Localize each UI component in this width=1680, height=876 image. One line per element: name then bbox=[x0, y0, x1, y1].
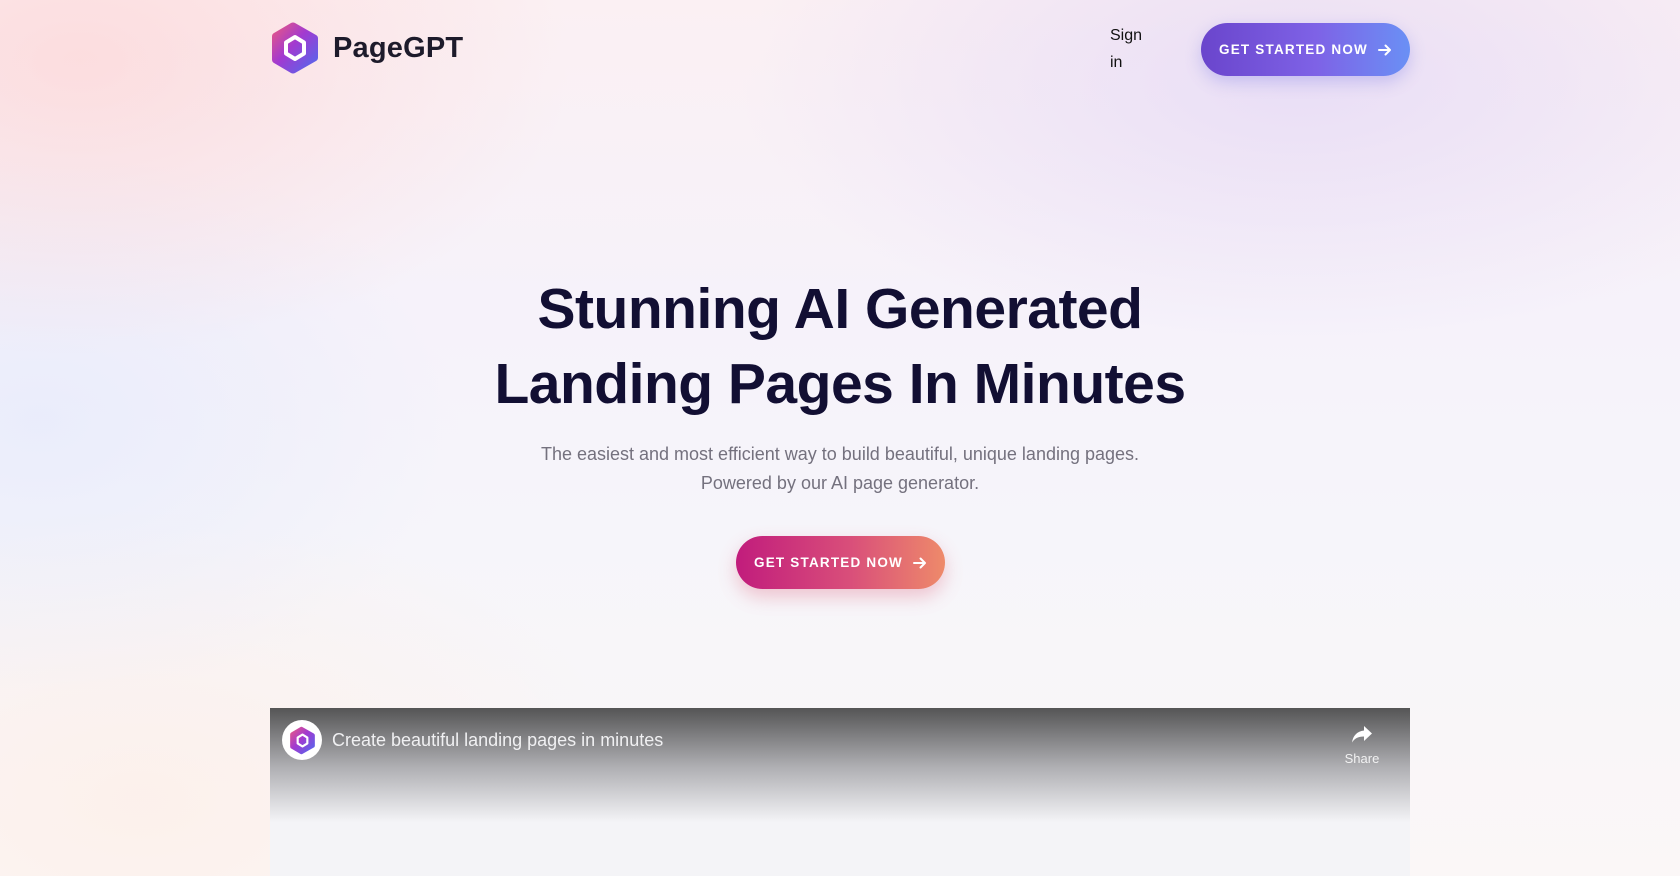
logo-link[interactable]: PageGPT bbox=[270, 20, 463, 76]
video-embed[interactable]: Create beautiful landing pages in minute… bbox=[270, 708, 1410, 876]
hero-title: Stunning AI Generated Landing Pages In M… bbox=[340, 272, 1340, 422]
share-button[interactable]: Share bbox=[1330, 722, 1394, 772]
hero-subtitle: The easiest and most efficient way to bu… bbox=[440, 440, 1240, 498]
hero-title-line-2: Landing Pages In Minutes bbox=[494, 352, 1186, 416]
channel-avatar[interactable] bbox=[282, 720, 322, 760]
get-started-header-button[interactable]: GET STARTED NOW bbox=[1201, 23, 1410, 76]
site-header: PageGPT Sign in GET STARTED NOW bbox=[0, 0, 1680, 100]
share-label: Share bbox=[1344, 751, 1380, 766]
hero-title-line-1: Stunning AI Generated bbox=[537, 277, 1143, 341]
get-started-header-label: GET STARTED NOW bbox=[1219, 42, 1368, 57]
video-title[interactable]: Create beautiful landing pages in minute… bbox=[332, 730, 663, 751]
arrow-right-icon bbox=[1378, 44, 1391, 55]
get-started-hero-button[interactable]: GET STARTED NOW bbox=[736, 536, 945, 589]
hexagon-logo-icon bbox=[272, 22, 318, 74]
hero-subtitle-line-2: Powered by our AI page generator. bbox=[700, 473, 980, 493]
hero-subtitle-line-1: The easiest and most efficient way to bu… bbox=[540, 444, 1140, 464]
share-arrow-icon bbox=[1352, 726, 1372, 743]
sign-in-link[interactable]: Sign in bbox=[1110, 22, 1154, 76]
brand-name: PageGPT bbox=[333, 31, 464, 64]
arrow-right-icon bbox=[913, 557, 926, 568]
get-started-hero-label: GET STARTED NOW bbox=[754, 555, 903, 570]
hexagon-logo-icon bbox=[289, 726, 315, 754]
